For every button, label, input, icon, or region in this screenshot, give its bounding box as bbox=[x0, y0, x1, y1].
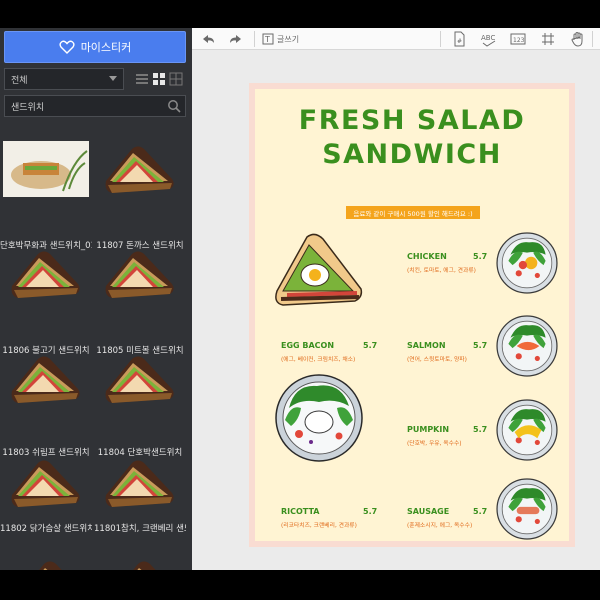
menu-item-name[interactable]: EGG BACON bbox=[281, 341, 334, 350]
small-grid-view-icon[interactable] bbox=[168, 69, 184, 87]
menu-item-price[interactable]: 5.7 bbox=[363, 507, 377, 516]
sticker-item-sandwich[interactable] bbox=[98, 246, 184, 302]
editor-toolbar: T 글쓰기 # ABC 123 bbox=[192, 28, 600, 50]
my-sticker-label: 마이스티커 bbox=[80, 41, 132, 54]
menu-item-desc[interactable]: (훈제소시지, 에그, 옥수수) bbox=[407, 520, 472, 529]
svg-text:123: 123 bbox=[513, 37, 525, 44]
pumpkin-plate-illustration[interactable] bbox=[496, 399, 558, 465]
poster-title-line1[interactable]: FRESH SALAD bbox=[255, 105, 569, 136]
menu-item-price[interactable]: 5.7 bbox=[473, 341, 487, 350]
menu-item-desc[interactable]: (에그, 베이컨, 크림치즈, 채소) bbox=[281, 354, 355, 363]
sticker-item-sandwich[interactable] bbox=[4, 246, 90, 302]
category-select-value: 전체 bbox=[11, 75, 28, 86]
menu-item-desc[interactable]: (연어, 스윗토마토, 양파) bbox=[407, 354, 467, 363]
chicken-plate-illustration[interactable] bbox=[496, 232, 558, 298]
sticker-item-sandwich[interactable] bbox=[98, 455, 184, 511]
spellcheck-icon[interactable]: ABC bbox=[479, 30, 499, 48]
menu-item-name[interactable]: SALMON bbox=[407, 341, 446, 350]
document-icon[interactable]: # bbox=[452, 30, 466, 48]
heart-icon bbox=[59, 40, 75, 54]
sticker-item-sandwich[interactable] bbox=[98, 351, 184, 407]
my-sticker-button[interactable]: 마이스티커 bbox=[4, 31, 186, 63]
toolbar-divider bbox=[254, 31, 255, 47]
sticker-item-sandwich[interactable] bbox=[4, 455, 90, 511]
menu-item-price[interactable]: 5.7 bbox=[473, 425, 487, 434]
toolbar-divider bbox=[592, 31, 593, 47]
category-select[interactable]: 전체 bbox=[4, 68, 124, 90]
menu-item-name[interactable]: RICOTTA bbox=[281, 507, 319, 516]
redo-icon[interactable] bbox=[228, 30, 244, 48]
app-window: 마이스티커 전체 샌드위치 단호박무화과 샌드위치_01 11807 돈까스 샌… bbox=[0, 28, 600, 570]
number-icon[interactable]: 123 bbox=[510, 30, 526, 48]
sticker-item-sandwich[interactable] bbox=[10, 556, 96, 570]
undo-icon[interactable] bbox=[200, 30, 216, 48]
salmon-plate-illustration[interactable] bbox=[496, 315, 558, 381]
svg-text:#: # bbox=[457, 38, 462, 45]
menu-item-desc[interactable]: (단호박, 우유, 옥수수) bbox=[407, 438, 462, 447]
menu-item-name[interactable]: CHICKEN bbox=[407, 252, 447, 261]
toolbar-divider bbox=[440, 31, 441, 47]
hand-tool-icon[interactable] bbox=[570, 30, 586, 48]
menu-item-name[interactable]: SAUSAGE bbox=[407, 507, 449, 516]
text-box-icon: T bbox=[262, 33, 274, 45]
search-input-value: 샌드위치 bbox=[11, 102, 45, 113]
grid-icon[interactable] bbox=[541, 30, 555, 48]
search-icon[interactable] bbox=[167, 99, 181, 113]
sticker-panel: 마이스티커 전체 샌드위치 단호박무화과 샌드위치_01 11807 돈까스 샌… bbox=[0, 28, 192, 570]
menu-item-price[interactable]: 5.7 bbox=[473, 507, 487, 516]
sticker-item-photo[interactable] bbox=[3, 141, 89, 197]
menu-item-name[interactable]: PUMPKIN bbox=[407, 425, 449, 434]
sticker-caption: 11802 닭가슴살 샌드위치 bbox=[0, 524, 92, 534]
sticker-item-sandwich[interactable] bbox=[98, 141, 184, 197]
menu-item-desc[interactable]: (리코타치즈, 크랜베리, 견과류) bbox=[281, 520, 357, 529]
sausage-plate-illustration[interactable] bbox=[496, 478, 558, 544]
letterbox-bottom bbox=[0, 570, 600, 600]
grid-view-icon[interactable] bbox=[151, 69, 167, 87]
poster-design: FRESH SALAD SANDWICH 음료와 같이 구매시 500원 할인 … bbox=[255, 89, 569, 541]
list-view-icon[interactable] bbox=[134, 69, 150, 87]
menu-item-price[interactable]: 5.7 bbox=[363, 341, 377, 350]
menu-item-price[interactable]: 5.7 bbox=[473, 252, 487, 261]
sandwich-illustration[interactable] bbox=[271, 231, 367, 317]
svg-text:T: T bbox=[264, 35, 270, 44]
poster-page[interactable]: FRESH SALAD SANDWICH 음료와 같이 구매시 500원 할인 … bbox=[249, 83, 575, 547]
sticker-item-sandwich[interactable] bbox=[104, 556, 190, 570]
text-tool-label: 글쓰기 bbox=[277, 34, 300, 44]
chevron-down-icon bbox=[109, 76, 117, 81]
sticker-item-sandwich[interactable] bbox=[4, 351, 90, 407]
promo-banner[interactable]: 음료와 같이 구매시 500원 할인 해드려요 :) bbox=[346, 206, 480, 219]
text-tool-button[interactable]: T 글쓰기 bbox=[262, 30, 299, 48]
menu-item-desc[interactable]: (치킨, 토마토, 에그, 견과류) bbox=[407, 265, 476, 274]
sticker-caption: 11801참치, 크랜베리 샌드위 bbox=[94, 524, 186, 534]
svg-text:ABC: ABC bbox=[481, 34, 495, 42]
design-canvas[interactable]: FRESH SALAD SANDWICH 음료와 같이 구매시 500원 할인 … bbox=[192, 50, 600, 570]
salad-bowl-illustration[interactable] bbox=[271, 374, 367, 466]
search-input[interactable]: 샌드위치 bbox=[4, 95, 186, 117]
poster-title-line2[interactable]: SANDWICH bbox=[255, 139, 569, 170]
